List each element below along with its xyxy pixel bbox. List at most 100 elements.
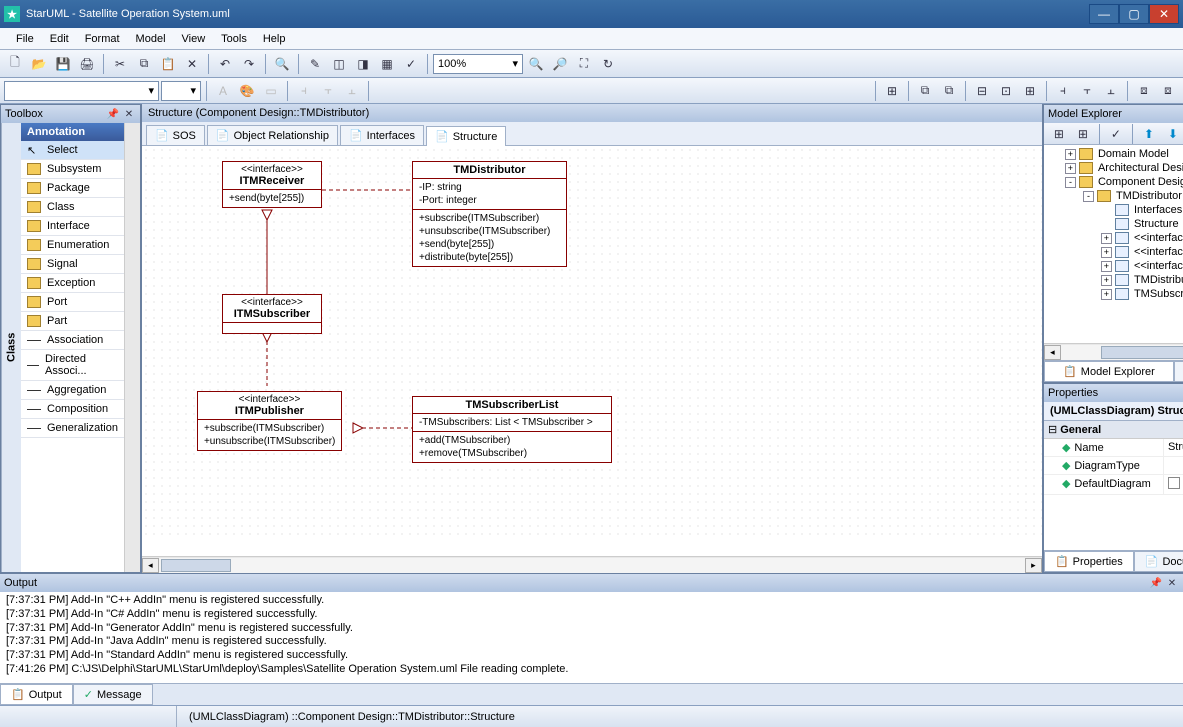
toolbox-item[interactable]: Composition [21,400,124,419]
diagram-canvas[interactable]: <<interface>>ITMReceiver +send(byte[255]… [142,146,1042,556]
find-icon[interactable]: 🔍 [271,53,293,75]
pin-icon[interactable]: 📌 [106,107,120,121]
layout2-icon[interactable]: ⧉ [914,80,936,102]
toolbox-item[interactable]: Port [21,293,124,312]
props-value[interactable]: Structure [1164,439,1183,457]
diagram-tab[interactable]: 📄Interfaces [340,125,424,145]
tree-toggle-icon[interactable]: + [1101,261,1112,272]
tree-node[interactable]: +<<interface>> ITMSubscriber [1046,259,1183,273]
menu-view[interactable]: View [174,31,214,47]
tree-toggle-icon[interactable]: - [1083,191,1094,202]
paste-icon[interactable]: 📋 [157,53,179,75]
align1-icon[interactable]: ⫞ [293,80,315,102]
diagram-tab[interactable]: 📄SOS [146,125,205,145]
scroll-right-icon[interactable]: ▸ [1025,558,1042,573]
tool4-icon[interactable]: ▦ [376,53,398,75]
tree-node[interactable]: +Architectural Design [1046,161,1183,175]
font-size-combo[interactable]: ▾ [161,81,201,101]
output-pin-icon[interactable]: 📌 [1149,576,1163,590]
layout9-icon[interactable]: ⫠ [1100,80,1122,102]
tree-toggle-icon[interactable]: + [1101,233,1112,244]
tab-documentation[interactable]: 📄Documentation [1134,551,1183,572]
menu-tools[interactable]: Tools [213,31,255,47]
tool3-icon[interactable]: ◨ [352,53,374,75]
stereotype-combo[interactable]: ▾ [4,81,159,101]
toolbox-item[interactable]: Interface [21,217,124,236]
tree-node[interactable]: Interfaces [1046,203,1183,217]
tool2-icon[interactable]: ◫ [328,53,350,75]
open-icon[interactable]: 📂 [28,53,50,75]
maximize-button[interactable]: ▢ [1119,4,1149,24]
toolbox-item[interactable]: Directed Associ... [21,350,124,381]
toolbox-item[interactable]: Subsystem [21,160,124,179]
align2-icon[interactable]: ⫟ [317,80,339,102]
model-tree[interactable]: +Domain Model+Architectural Design-Compo… [1044,145,1183,343]
uml-itmreceiver[interactable]: <<interface>>ITMReceiver +send(byte[255]… [222,161,322,208]
redo-icon[interactable]: ↷ [238,53,260,75]
toolbox-item[interactable]: Association [21,331,124,350]
new-icon[interactable]: 🗋 [4,53,26,75]
explorer-tool2-icon[interactable]: ⊞ [1072,123,1094,145]
layout10-icon[interactable]: ⧈ [1133,80,1155,102]
zoom-fit-icon[interactable]: ⛶ [573,53,595,75]
menu-file[interactable]: File [8,31,42,47]
explorer-hscroll[interactable]: ◂ ▸ [1044,343,1183,360]
delete-icon[interactable]: ✕ [181,53,203,75]
uml-itmsubscriber[interactable]: <<interface>>ITMSubscriber [222,294,322,334]
font-color-icon[interactable]: A [212,80,234,102]
tree-node[interactable]: +TMSubscriberList [1046,287,1183,301]
toolbox-category-tab[interactable]: Class [1,123,21,572]
align3-icon[interactable]: ⫠ [341,80,363,102]
toolbox-section-header[interactable]: Annotation [21,123,124,141]
output-close-icon[interactable]: ✕ [1165,576,1179,590]
menu-help[interactable]: Help [255,31,294,47]
toolbox-item[interactable]: Class [21,198,124,217]
copy-icon[interactable]: ⧉ [133,53,155,75]
close-panel-icon[interactable]: ✕ [122,107,136,121]
tab-diagram-explorer[interactable]: 📋Diagram Explorer [1174,361,1183,382]
refresh-icon[interactable]: ↻ [597,53,619,75]
toolbox-item[interactable]: Exception [21,274,124,293]
toolbox-item[interactable]: Signal [21,255,124,274]
explorer-up-icon[interactable]: ⬆ [1138,123,1160,145]
tree-toggle-icon[interactable]: - [1065,177,1076,188]
checkbox-icon[interactable] [1168,477,1180,489]
diagram-tab[interactable]: 📄Object Relationship [207,125,338,145]
tree-node[interactable]: +TMDistributor [1046,273,1183,287]
explorer-tool1-icon[interactable]: ⊞ [1048,123,1070,145]
zoom-out-icon[interactable]: 🔍 [525,53,547,75]
explorer-scroll-left-icon[interactable]: ◂ [1044,345,1061,360]
props-value[interactable] [1164,457,1183,475]
toolbox-item[interactable]: Aggregation [21,381,124,400]
uml-tmdistributor[interactable]: TMDistributor -IP: string -Port: integer… [412,161,567,267]
layout4-icon[interactable]: ⊟ [971,80,993,102]
tab-properties[interactable]: 📋Properties [1044,551,1134,572]
layout11-icon[interactable]: ⧈ [1157,80,1179,102]
explorer-down-icon[interactable]: ⬇ [1162,123,1183,145]
toolbox-item[interactable]: ↖Select [21,141,124,160]
tree-node[interactable]: +<<interface>> ITMReceiver [1046,231,1183,245]
close-button[interactable]: ✕ [1149,4,1179,24]
fill-color-icon[interactable]: 🎨 [236,80,258,102]
explorer-tool3-icon[interactable]: ✓ [1105,123,1127,145]
toolbox-item[interactable]: Enumeration [21,236,124,255]
tab-model-explorer[interactable]: 📋Model Explorer [1044,361,1174,382]
tree-node[interactable]: +<<interface>> TMPublisher [1046,245,1183,259]
tree-toggle-icon[interactable]: + [1101,247,1112,258]
layout1-icon[interactable]: ⊞ [881,80,903,102]
tree-node[interactable]: +Domain Model [1046,147,1183,161]
props-value[interactable] [1164,475,1183,495]
tree-toggle-icon[interactable]: + [1101,275,1112,286]
tree-toggle-icon[interactable]: + [1065,149,1076,160]
layout3-icon[interactable]: ⧉ [938,80,960,102]
menu-edit[interactable]: Edit [42,31,77,47]
minimize-button[interactable]: — [1089,4,1119,24]
scroll-left-icon[interactable]: ◂ [142,558,159,573]
zoom-combo[interactable]: 100%▾ [433,54,523,74]
menu-format[interactable]: Format [77,31,128,47]
diagram-tab[interactable]: 📄Structure [426,126,506,146]
layout7-icon[interactable]: ⫞ [1052,80,1074,102]
toolbox-scrollbar[interactable] [124,123,140,572]
layout8-icon[interactable]: ⫟ [1076,80,1098,102]
cut-icon[interactable]: ✂ [109,53,131,75]
